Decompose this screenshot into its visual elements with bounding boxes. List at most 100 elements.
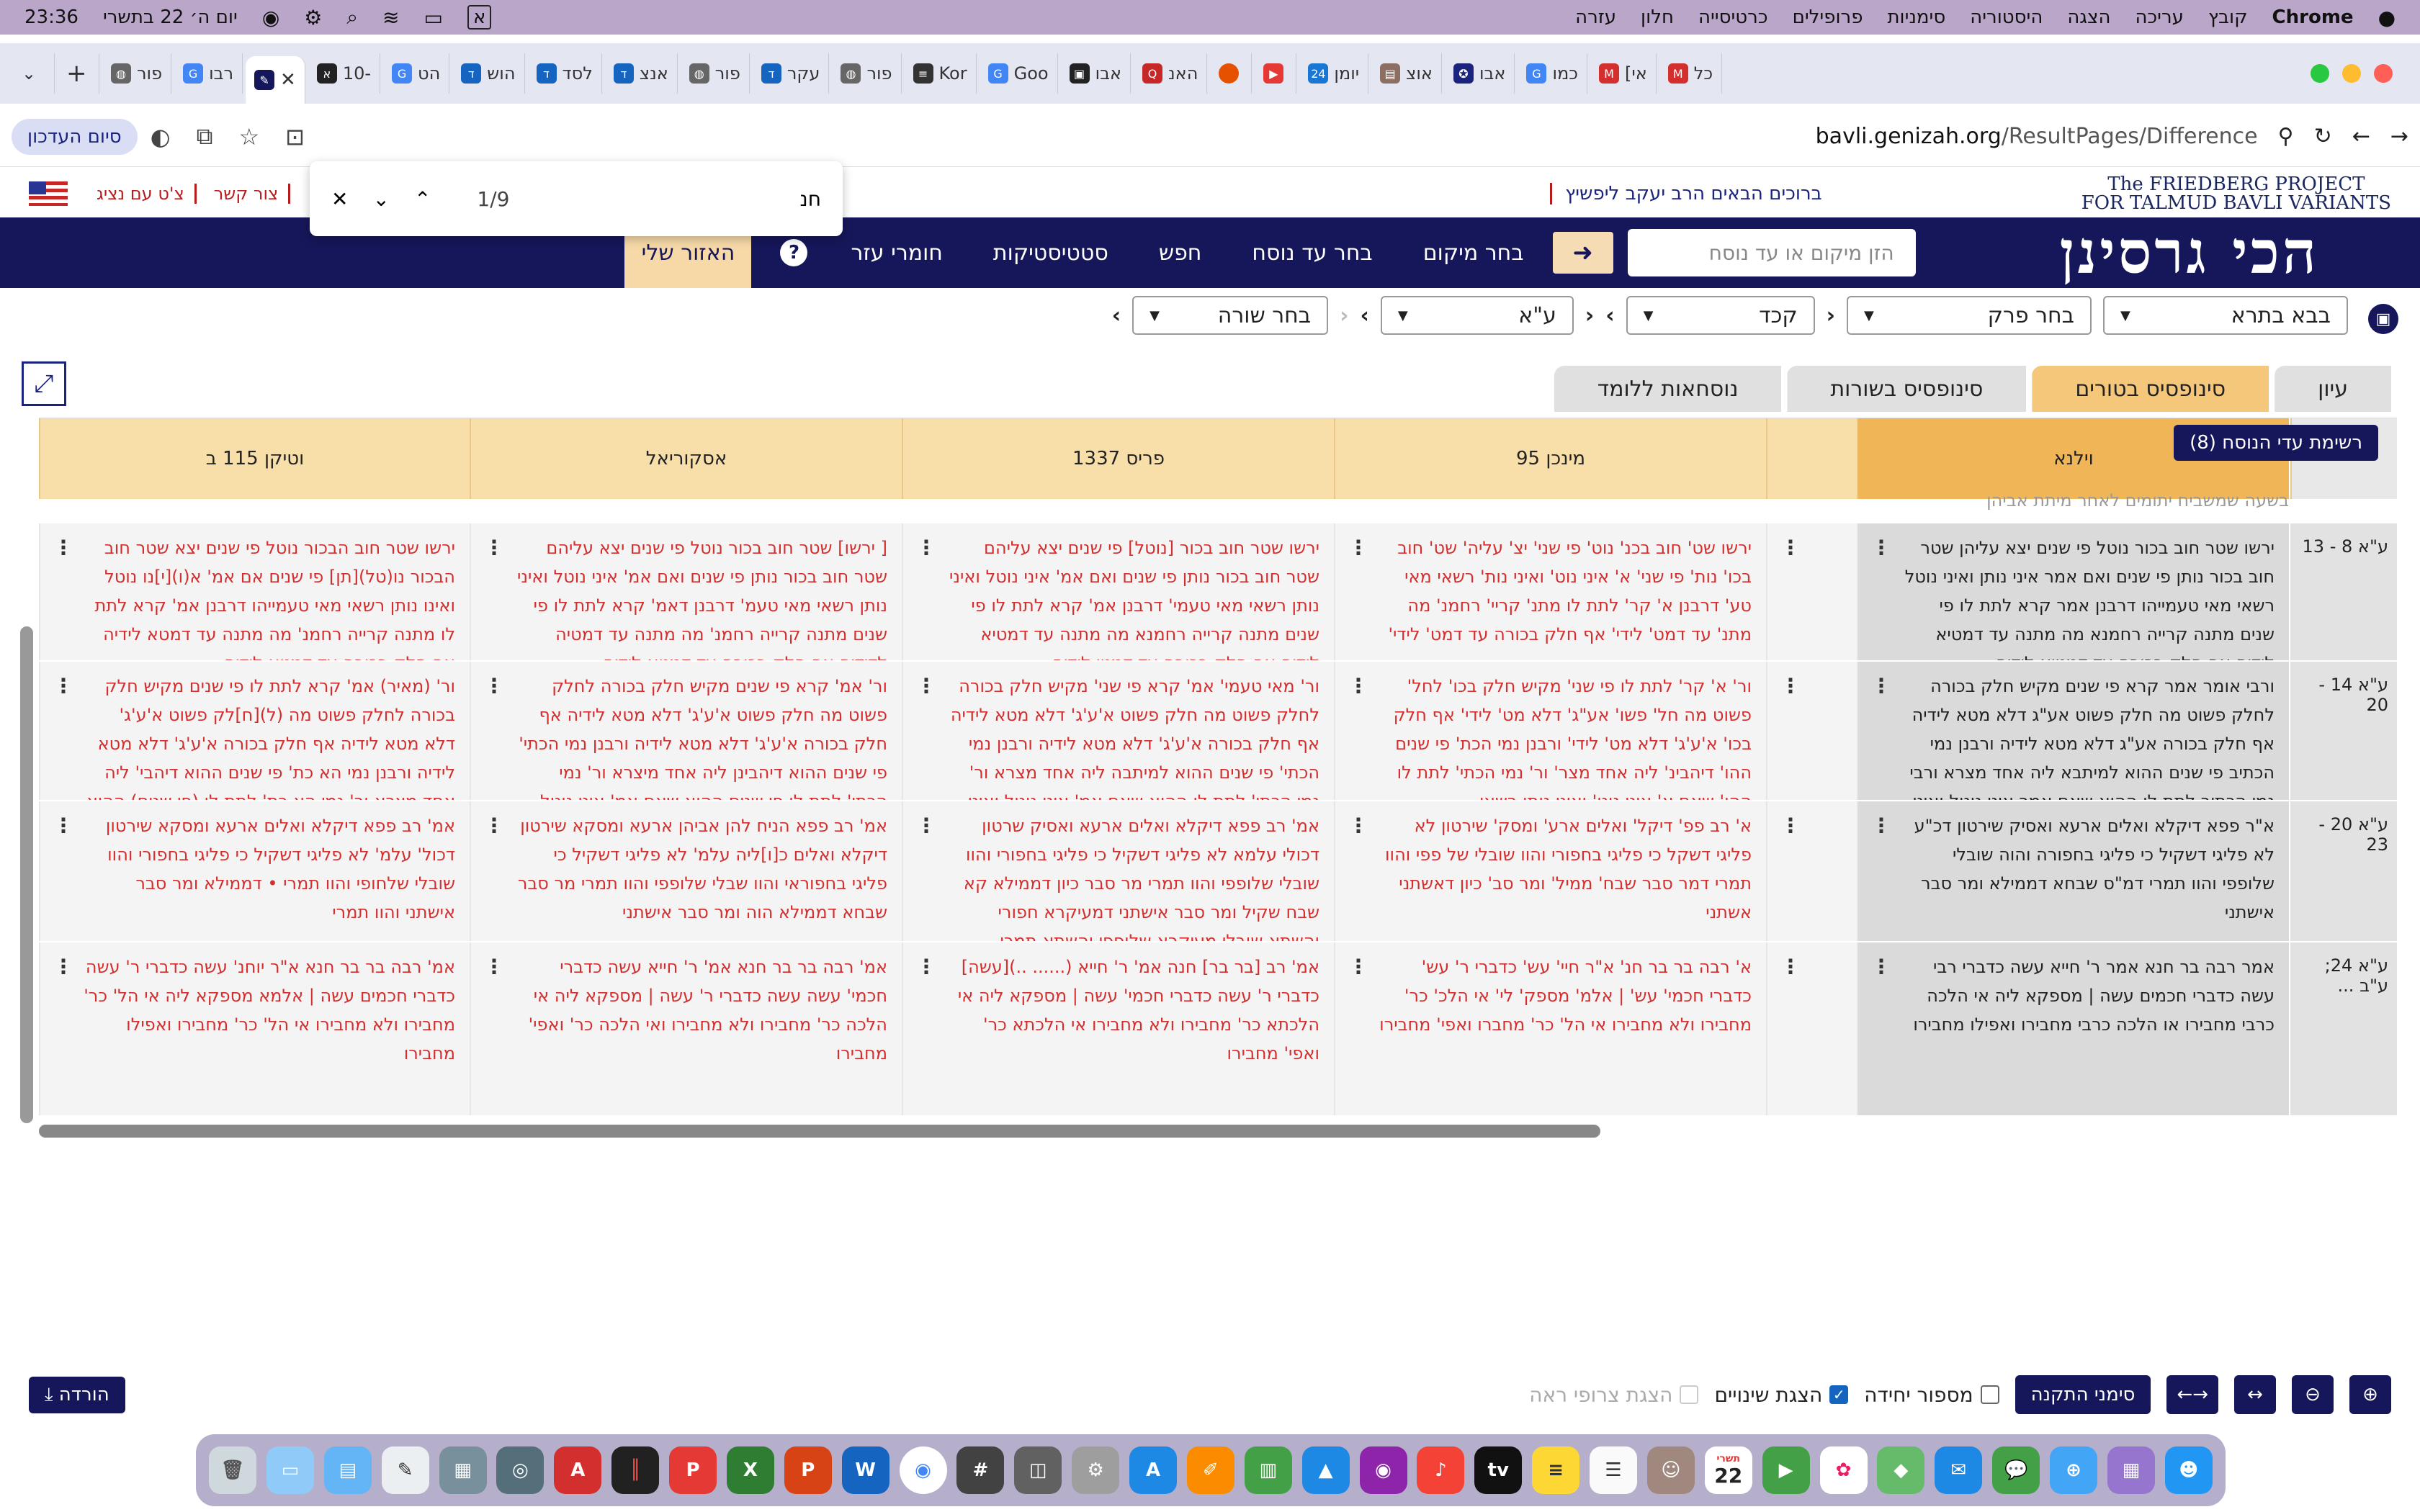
browser-tab[interactable]: G כמו (1518, 53, 1587, 94)
next-line-chevron[interactable]: › (1112, 303, 1121, 328)
find-next-icon[interactable]: ⌄ (372, 187, 389, 211)
wifi-icon[interactable]: ≋ (382, 6, 399, 30)
tab-list-button[interactable]: ⌄ (13, 53, 55, 94)
browser-tab[interactable]: א 10- (308, 53, 381, 94)
url-bar[interactable]: bavli.genizah.org/ResultPages/Difference… (1816, 124, 2408, 149)
nav-search[interactable]: חפש (1159, 240, 1202, 266)
nav-choose-witness[interactable]: בחר עד נוסח (1252, 240, 1372, 266)
browser-tab[interactable]: ✪ אבו (1445, 53, 1515, 94)
kebab-menu-icon[interactable]: ⋮ (484, 534, 504, 562)
column-header-munich[interactable]: מינכן 95 (1334, 418, 1766, 499)
column-header-paris[interactable]: פריס 1337 (902, 418, 1334, 499)
menu-help[interactable]: עזרה (1575, 6, 1616, 28)
browser-tab[interactable]: ≡ Kor (905, 53, 977, 94)
word-icon[interactable]: W (841, 1446, 889, 1494)
reminders-icon[interactable]: ☰ (1590, 1446, 1637, 1494)
kebab-menu-icon[interactable]: ⋮ (53, 953, 73, 981)
site-info-icon[interactable]: ⚲ (2278, 124, 2294, 149)
browser-tab[interactable]: ▶ (1255, 53, 1297, 94)
unit-number-toggle[interactable]: מספור יחידה (1864, 1383, 1999, 1407)
line-select[interactable]: בחר שורה ▼ (1132, 296, 1329, 335)
tab-synopsis-columns[interactable]: סינופסיס בטורים (2032, 366, 2269, 412)
go-arrow-button[interactable]: ➜ (1552, 232, 1613, 274)
kebab-menu-icon[interactable]: ⋮ (916, 534, 936, 562)
mail-icon[interactable]: ✉ (1935, 1446, 1983, 1494)
menu-view[interactable]: הצגה (2067, 6, 2110, 28)
kebab-menu-icon[interactable]: ⋮ (53, 672, 73, 701)
fullscreen-expand-icon[interactable]: ⤢ (22, 361, 66, 406)
page-select[interactable]: קכד ▼ (1626, 296, 1815, 335)
downloads-folder-icon[interactable]: ▭ (266, 1446, 314, 1494)
apple-icon[interactable]: ● (2378, 6, 2396, 30)
kebab-menu-icon[interactable]: ⋮ (1780, 534, 1801, 562)
browser-tab[interactable]: ד לסד (528, 53, 602, 94)
show-changes-toggle[interactable]: ✓ הצגת שינויים (1714, 1383, 1849, 1407)
kebab-menu-icon[interactable]: ⋮ (916, 953, 936, 981)
prev-page-chevron[interactable]: ‹ (1827, 303, 1835, 328)
input-source[interactable]: א (467, 5, 492, 30)
browser-tab[interactable]: ◍ פור (102, 53, 172, 94)
find-input[interactable]: חנ (799, 187, 821, 211)
find-prev-icon[interactable]: ⌃ (414, 187, 431, 211)
tab-learner-versions[interactable]: נוסחאות ללומד (1554, 366, 1782, 412)
side-select[interactable]: ע"א ▼ (1380, 296, 1574, 335)
apple-tv-icon[interactable]: tv (1474, 1446, 1523, 1494)
music-icon[interactable]: ♪ (1417, 1446, 1465, 1494)
kebab-menu-icon[interactable]: ⋮ (1348, 953, 1368, 981)
kebab-menu-icon[interactable]: ⋮ (1348, 811, 1368, 840)
kebab-menu-icon[interactable]: ⋮ (1871, 534, 1891, 562)
pages-icon[interactable]: ✐ (1186, 1446, 1234, 1494)
next-page-chevron[interactable]: › (1605, 303, 1614, 328)
widen-columns-button[interactable]: ↔ (2234, 1375, 2276, 1414)
browser-tab[interactable]: ד הוש (452, 53, 525, 94)
screenshot-icon[interactable]: ◫ (1014, 1446, 1062, 1494)
chat-link[interactable]: צ'ט עם נציג (97, 184, 197, 204)
back-icon[interactable]: → (2390, 124, 2408, 149)
browser-tab[interactable]: ▤ אוצ (1371, 53, 1442, 94)
kebab-menu-icon[interactable]: ⋮ (1780, 953, 1801, 981)
browser-tab[interactable]: ד אנצ (605, 53, 678, 94)
siri-icon[interactable]: ◉ (262, 6, 279, 30)
calendar-icon[interactable]: תשרי 22 (1704, 1446, 1752, 1494)
nav-choose-location[interactable]: בחר מיקום (1423, 240, 1524, 266)
menu-profiles[interactable]: פרופילים (1793, 6, 1863, 28)
kebab-menu-icon[interactable]: ⋮ (1780, 811, 1801, 840)
download-button[interactable]: ⤓ הורדה (29, 1377, 125, 1413)
browser-tab[interactable]: Q האנ (1134, 53, 1208, 94)
close-window-button[interactable] (2374, 64, 2393, 83)
numbers-icon[interactable]: ▥ (1244, 1446, 1292, 1494)
next-side-chevron[interactable]: › (1361, 303, 1369, 328)
pdf-app-icon[interactable]: P (669, 1446, 717, 1494)
powerpoint-icon[interactable]: P (784, 1446, 832, 1494)
profile-avatar-icon[interactable]: ◐ (151, 123, 171, 150)
menu-tab[interactable]: כרטיסייה (1698, 6, 1768, 28)
kebab-menu-icon[interactable]: ⋮ (1348, 672, 1368, 701)
finder-icon[interactable]: ☻ (2164, 1446, 2213, 1494)
kebab-menu-icon[interactable]: ⋮ (1780, 672, 1801, 701)
extensions-icon[interactable]: ⧉ (197, 122, 213, 150)
system-settings-icon[interactable]: ⚙ (1072, 1446, 1120, 1494)
notes-icon[interactable]: ≡ (1532, 1446, 1580, 1494)
kebab-menu-icon[interactable]: ⋮ (916, 672, 936, 701)
kebab-menu-icon[interactable]: ⋮ (53, 534, 73, 562)
browser-tab[interactable]: M [אי (1590, 53, 1657, 94)
menu-file[interactable]: קובץ (2208, 6, 2248, 28)
menu-bookmarks[interactable]: סימניות (1887, 6, 1945, 28)
browser-tab[interactable]: ◍ פור (681, 53, 750, 94)
friedberg-logo[interactable]: The FRIEDBERG PROJECT FOR TALMUD BAVLI V… (2081, 175, 2391, 212)
kebab-menu-icon[interactable]: ⋮ (1871, 811, 1891, 840)
launchpad-icon[interactable]: ▦ (2107, 1446, 2155, 1494)
kebab-menu-icon[interactable]: ⋮ (53, 811, 73, 840)
help-icon[interactable]: ? (780, 239, 808, 266)
chapter-select[interactable]: בחר פרק ▼ (1847, 296, 2092, 335)
page-action-icon[interactable]: ⊡ (285, 123, 305, 150)
menu-edit[interactable]: עריכה (2135, 6, 2184, 28)
contact-link[interactable]: צור קשר (214, 184, 291, 204)
prev-line-chevron[interactable]: ‹ (1340, 303, 1348, 328)
column-header-vatican[interactable]: וטיקן 115 ב (39, 418, 470, 499)
bookmark-star-icon[interactable]: ☆ (238, 123, 259, 150)
site-logo[interactable]: הכי גרסינן (2060, 218, 2420, 287)
zoom-in-button[interactable]: ⊕ (2349, 1375, 2391, 1414)
browser-tab[interactable]: M כל (1659, 53, 1723, 94)
browser-tab[interactable]: G הט (383, 53, 450, 94)
